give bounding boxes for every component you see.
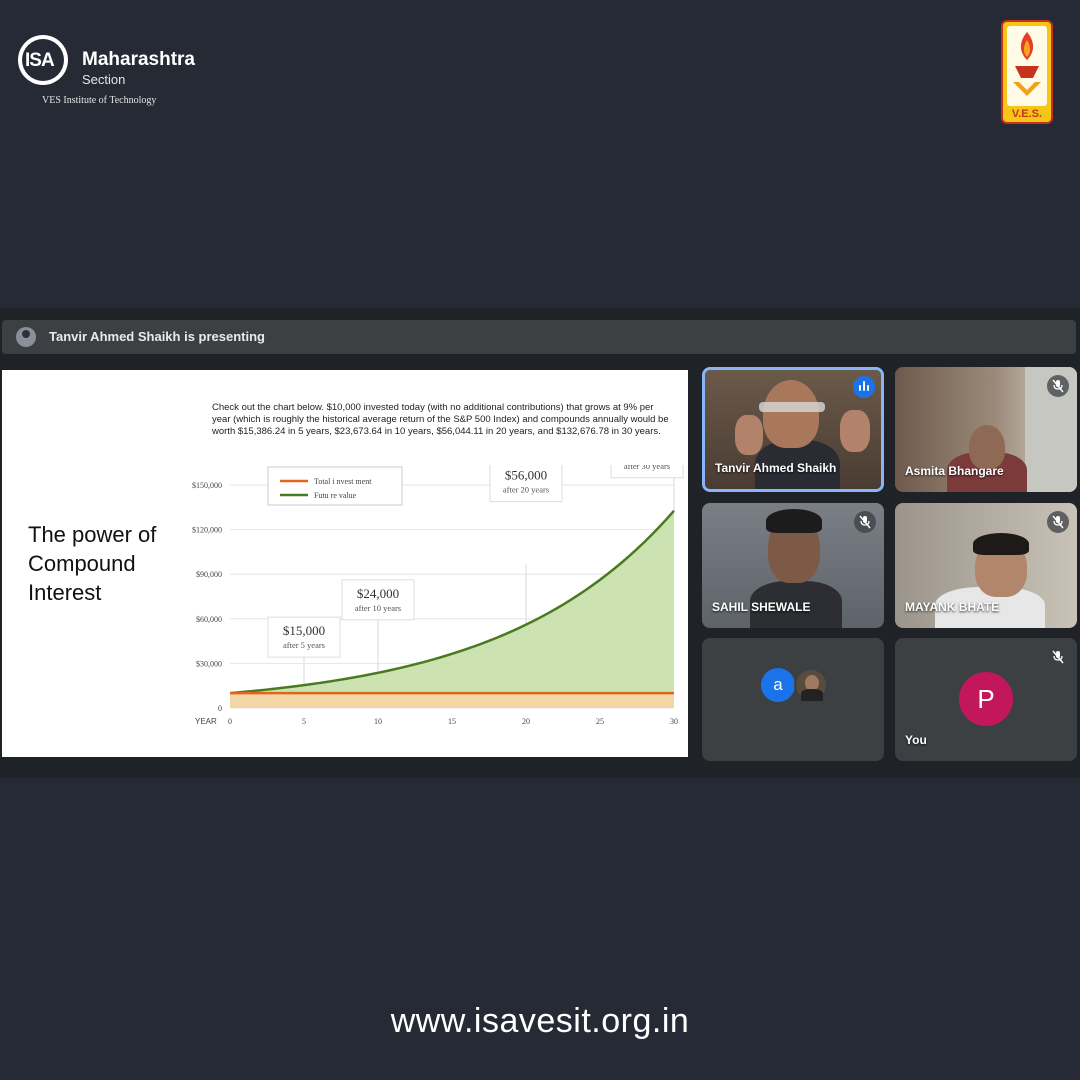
- x-tick-label: 5: [302, 717, 306, 726]
- participant-tile-sahil[interactable]: SAHIL SHEWALE: [702, 503, 884, 628]
- total-investment-area: [230, 693, 674, 708]
- isa-abbrev: ISA: [25, 50, 55, 71]
- institute-name: VES Institute of Technology: [42, 95, 157, 106]
- participant-tile-asmita[interactable]: Asmita Bhangare: [895, 367, 1077, 492]
- y-tick-label: 0: [218, 704, 222, 713]
- mic-off-icon: [1047, 375, 1069, 397]
- annotation-value: $24,000: [357, 586, 399, 601]
- participant-tile-tanvir[interactable]: Tanvir Ahmed Shaikh: [702, 367, 884, 492]
- shared-slide: The power of Compound Interest Check out…: [2, 370, 688, 757]
- x-tick-label: 25: [596, 717, 604, 726]
- participant-name: Tanvir Ahmed Shaikh: [715, 461, 837, 475]
- presenting-text: Tanvir Ahmed Shaikh is presenting: [49, 329, 265, 344]
- compound-interest-chart: 0 $30,000 $60,000 $90,000 $120,000 $150,000 YE…: [192, 465, 684, 726]
- participant-name: Asmita Bhangare: [905, 464, 1004, 478]
- legend-label: Total i nvest ment: [314, 477, 372, 486]
- x-tick-label: 10: [374, 717, 382, 726]
- mic-off-icon: [854, 511, 876, 533]
- slide-title: The power of Compound Interest: [28, 522, 157, 605]
- isa-title: Maharashtra: [82, 49, 195, 70]
- annotation-label: after 5 years: [283, 640, 325, 650]
- annotation-label: after 30 years: [624, 465, 670, 471]
- presenting-banner[interactable]: Tanvir Ahmed Shaikh is presenting: [2, 320, 1076, 354]
- participant-tile-mayank[interactable]: MAYANK BHATE: [895, 503, 1077, 628]
- x-tick-label: 20: [522, 717, 530, 726]
- x-axis-label: YEAR: [195, 717, 217, 726]
- isa-logo-circle: ISA: [18, 35, 68, 85]
- annotation-label: after 10 years: [355, 603, 401, 613]
- participant-name: SAHIL SHEWALE: [712, 600, 811, 614]
- annotation-value: $56,000: [505, 468, 547, 483]
- x-tick-label: 0: [228, 717, 232, 726]
- y-tick-label: $120,000: [192, 526, 222, 535]
- isa-subtitle: Section: [82, 72, 126, 87]
- speaking-indicator-icon: [853, 376, 875, 398]
- x-tick-label: 30: [670, 717, 678, 726]
- future-value-area: [230, 510, 674, 708]
- participant-tile-you[interactable]: P You: [895, 638, 1077, 761]
- annotation-label: after 20 years: [503, 485, 549, 495]
- legend-label: Futu re value: [314, 491, 357, 500]
- y-tick-label: $30,000: [196, 659, 222, 668]
- presenter-avatar: [16, 327, 36, 347]
- y-tick-label: $60,000: [196, 615, 222, 624]
- self-avatar: P: [959, 672, 1013, 726]
- participant-name: MAYANK BHATE: [905, 600, 1000, 614]
- torch-icon: [1013, 32, 1041, 96]
- meeting-window: Tanvir Ahmed Shaikh is presenting The po…: [0, 308, 1080, 778]
- mic-off-icon: [1047, 511, 1069, 533]
- y-tick-label: $90,000: [196, 570, 222, 579]
- participant-name: You: [905, 733, 927, 747]
- participant-avatar-photo: [794, 668, 828, 702]
- y-tick-label: $150,000: [192, 481, 222, 490]
- slide-paragraph: Check out the chart below. $10,000 inves…: [212, 402, 669, 437]
- ves-logo: V.E.S.: [1001, 20, 1053, 124]
- isa-logo: ISA Maharashtra Section VES Institute of…: [18, 35, 218, 110]
- mic-off-icon[interactable]: [1047, 646, 1069, 668]
- participant-tile-others[interactable]: a: [702, 638, 884, 761]
- participant-avatar-a: a: [761, 668, 795, 702]
- annotation-value: $15,000: [283, 623, 325, 638]
- x-tick-label: 15: [448, 717, 456, 726]
- ves-logo-text: V.E.S.: [1011, 108, 1043, 120]
- website-url[interactable]: www.isavesit.org.in: [0, 1002, 1080, 1041]
